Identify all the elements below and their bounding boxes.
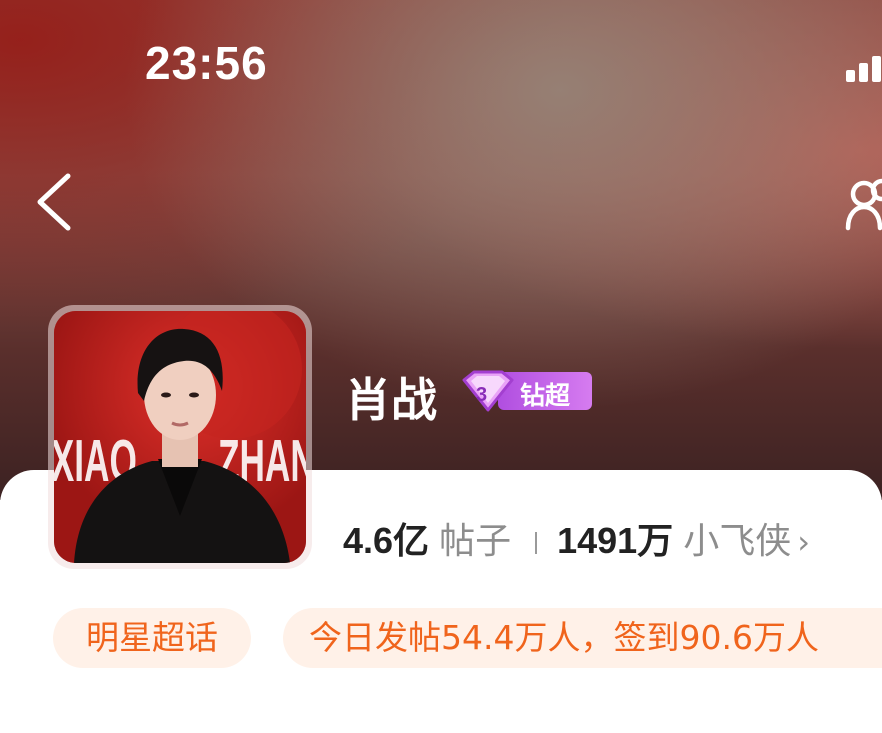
activity-tag[interactable]: 今日发帖54.4万人，签到90.6万人: [283, 608, 882, 668]
chevron-right-icon: ›: [797, 523, 810, 561]
diamond-icon: 3: [462, 370, 514, 412]
super-topic-page: 23:56 XIAO ZHAN 肖战 3 钻超 4.6亿 帖子 1491万 小飞…: [0, 0, 882, 733]
status-bar-time: 23:56: [145, 37, 268, 89]
topic-stats[interactable]: 4.6亿 帖子 1491万 小飞侠 ›: [343, 512, 810, 564]
category-tag[interactable]: 明星超话: [53, 608, 251, 668]
followers-count: 1491: [557, 520, 638, 561]
chevron-left-icon: [37, 173, 71, 231]
posts-count: 4.6: [343, 520, 394, 561]
cellular-signal-icon: [842, 52, 882, 82]
diamond-super-badge[interactable]: 3 钻超: [458, 370, 594, 412]
group-button[interactable]: [842, 176, 882, 234]
followers-label: 小飞侠: [683, 521, 792, 562]
topic-title: 肖战: [345, 373, 437, 427]
topic-avatar[interactable]: XIAO ZHAN: [48, 305, 312, 569]
back-button[interactable]: [30, 170, 80, 234]
badge-label: 钻超: [520, 381, 571, 410]
followers-unit: 万: [637, 521, 674, 562]
avatar-image: XIAO ZHAN: [54, 311, 306, 563]
group-people-icon: [845, 178, 882, 231]
svg-text:3: 3: [476, 384, 487, 406]
avatar-portrait: XIAO ZHAN: [54, 311, 306, 563]
posts-label: 帖子: [439, 521, 512, 562]
stats-divider: [535, 532, 538, 554]
posts-unit: 亿: [393, 521, 430, 562]
